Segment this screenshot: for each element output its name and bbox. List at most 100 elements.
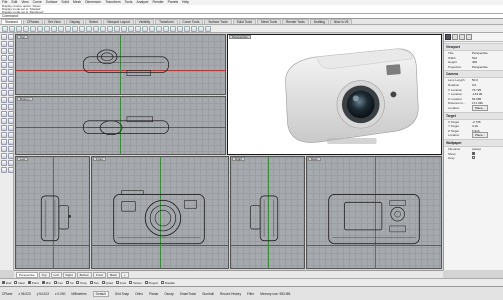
osnap-checkbox[interactable] xyxy=(53,281,57,284)
lock-icon[interactable] xyxy=(142,25,148,32)
line-tool-icon[interactable] xyxy=(1,41,7,47)
viewport-title-front[interactable]: Front xyxy=(93,157,107,161)
viewport-top[interactable]: Top xyxy=(15,34,226,95)
four-views-icon[interactable] xyxy=(114,25,120,32)
tab-curve-tools[interactable]: Curve Tools xyxy=(178,19,204,24)
circle-tool-icon[interactable] xyxy=(8,48,14,54)
text-tool-icon[interactable] xyxy=(1,69,7,75)
tab-viewport-layout[interactable]: Viewport Layout xyxy=(102,19,134,24)
loft-tool-icon[interactable] xyxy=(1,83,7,89)
properties-icon[interactable] xyxy=(156,25,162,32)
open-icon[interactable] xyxy=(9,25,15,32)
polyline-tool-icon[interactable] xyxy=(8,41,14,47)
osnap-checkbox[interactable] xyxy=(2,281,5,284)
osnap-int[interactable]: Int xyxy=(66,281,73,285)
gray-wallpaper-checkbox[interactable] xyxy=(472,156,475,160)
array-tool-icon[interactable] xyxy=(8,153,14,159)
arc-tool-icon[interactable] xyxy=(1,55,7,61)
osnap-checkbox[interactable] xyxy=(144,281,148,284)
tab-mesh-tools[interactable]: Mesh Tools xyxy=(256,19,281,24)
osnap-perp[interactable]: Perp xyxy=(76,281,87,285)
osnap-knot[interactable]: Knot xyxy=(115,281,126,285)
boolean-union-icon[interactable] xyxy=(1,111,7,117)
zoom-icon[interactable] xyxy=(79,25,85,32)
osnap-checkbox[interactable] xyxy=(89,281,93,284)
osnap-end[interactable]: End xyxy=(2,281,11,285)
tab-select[interactable]: Select xyxy=(84,19,102,24)
osnap-checkbox[interactable] xyxy=(160,281,164,284)
osnap-tan[interactable]: Tan xyxy=(89,281,99,285)
copy-icon[interactable] xyxy=(37,25,43,32)
save-icon[interactable] xyxy=(16,25,22,32)
select-tool-icon[interactable] xyxy=(1,34,7,40)
viewport-perspective[interactable]: Perspective xyxy=(227,34,442,155)
copy-tool-icon[interactable] xyxy=(8,139,14,145)
osnap-cen[interactable]: Cen xyxy=(53,281,63,285)
light-icon[interactable] xyxy=(191,25,197,32)
offset-tool-icon[interactable] xyxy=(1,76,7,82)
layers-icon[interactable] xyxy=(452,34,458,40)
status-grid-snap[interactable]: Grid Snap xyxy=(115,292,129,296)
layer-icon[interactable] xyxy=(149,25,155,32)
viewport-title-right[interactable]: Right xyxy=(232,157,246,161)
cylinder-tool-icon[interactable] xyxy=(1,104,7,110)
undo-icon[interactable] xyxy=(51,25,57,32)
point-tool-icon[interactable] xyxy=(8,34,14,40)
viewport-bottom[interactable]: Bottom xyxy=(15,96,226,155)
fillet-tool-icon[interactable] xyxy=(8,69,14,75)
status-smarttrack[interactable]: SmartTrack xyxy=(180,292,196,296)
trim-tool-icon[interactable] xyxy=(8,118,14,124)
display-icon[interactable] xyxy=(459,34,465,40)
vptab-top[interactable]: Top xyxy=(38,271,50,278)
analyze-tool-icon[interactable] xyxy=(8,160,14,166)
show-wallpaper-checkbox[interactable] xyxy=(472,151,475,155)
cut-icon[interactable] xyxy=(30,25,36,32)
rotate-view-icon[interactable] xyxy=(72,25,78,32)
viewport-title-perspective[interactable]: Perspective xyxy=(229,35,251,39)
boolean-difference-icon[interactable] xyxy=(8,111,14,117)
ellipse-tool-icon[interactable] xyxy=(8,55,14,61)
rendered-icon[interactable] xyxy=(170,25,176,32)
edit-points-icon[interactable] xyxy=(8,167,14,173)
material-icon[interactable] xyxy=(184,25,190,32)
vptab-back[interactable]: Back xyxy=(107,271,120,278)
viewport-title-top[interactable]: Top xyxy=(17,35,28,39)
osnap-quad[interactable]: Quad xyxy=(101,281,113,285)
osnap-checkbox[interactable] xyxy=(129,281,133,284)
tab-visibility[interactable]: Visibility xyxy=(134,19,155,24)
viewport-front[interactable]: Front xyxy=(91,156,229,269)
shaded-icon[interactable] xyxy=(163,25,169,32)
viewport-back[interactable]: Back xyxy=(306,156,442,269)
status-planar[interactable]: Planar xyxy=(149,292,158,296)
join-tool-icon[interactable] xyxy=(8,125,14,131)
tab-standard[interactable]: Standard xyxy=(1,19,22,24)
tab-display[interactable]: Display xyxy=(65,19,84,24)
vptab-bottom[interactable]: Bottom xyxy=(76,271,93,278)
status-cplane[interactable]: CPlane xyxy=(2,292,12,296)
status-layer[interactable]: Default xyxy=(92,290,109,297)
tab-drafting[interactable]: Drafting xyxy=(309,19,329,24)
scale-tool-icon[interactable] xyxy=(8,146,14,152)
object-properties-icon[interactable] xyxy=(445,34,451,40)
control-points-icon[interactable] xyxy=(1,167,7,173)
tab-solid-tools[interactable]: Solid Tools xyxy=(232,19,256,24)
zoom-extents-icon[interactable] xyxy=(93,25,99,32)
sphere-tool-icon[interactable] xyxy=(8,97,14,103)
status-units[interactable]: Millimeters xyxy=(71,292,86,296)
osnap-near[interactable]: Near xyxy=(14,281,25,285)
osnap-vertex[interactable]: Vertex xyxy=(129,281,142,285)
mesh-tool-icon[interactable] xyxy=(1,118,7,124)
tab-set-view[interactable]: Set View xyxy=(44,19,65,24)
viewport-right[interactable]: Right xyxy=(230,156,305,269)
new-icon[interactable] xyxy=(2,25,8,32)
osnap-checkbox[interactable] xyxy=(27,281,31,284)
status-osnap[interactable]: Osnap xyxy=(164,292,173,296)
section-camera[interactable]: Camera xyxy=(444,70,503,79)
move-tool-icon[interactable] xyxy=(1,139,7,145)
viewport-left[interactable]: Left xyxy=(15,156,90,269)
status-record-history[interactable]: Record History xyxy=(220,292,241,296)
help-panel-icon[interactable] xyxy=(466,34,472,40)
redo-icon[interactable] xyxy=(58,25,64,32)
select-icon[interactable] xyxy=(128,25,134,32)
place-camera-button[interactable]: Place... xyxy=(472,104,489,111)
